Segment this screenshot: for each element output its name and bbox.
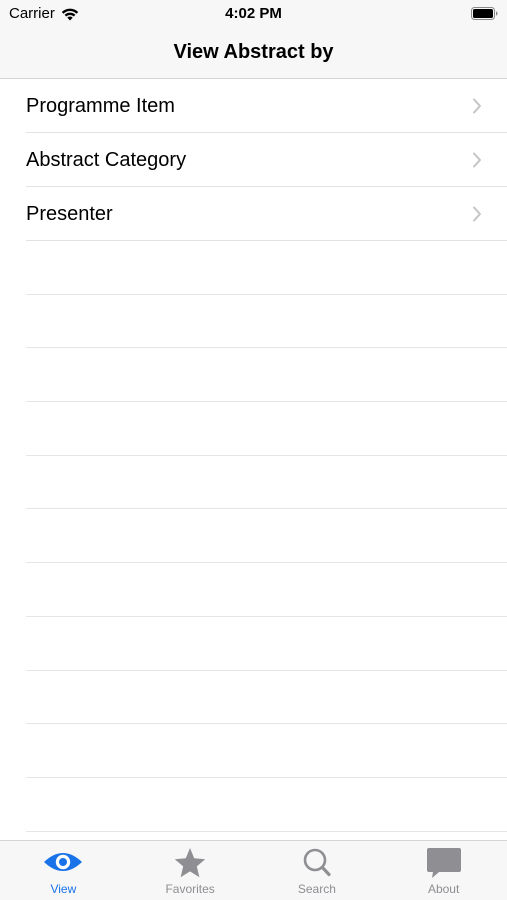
search-icon bbox=[303, 848, 331, 877]
battery-icon bbox=[471, 7, 498, 20]
status-bar: Carrier 4:02 PM bbox=[0, 0, 507, 28]
list-item-programme-item[interactable]: Programme Item bbox=[0, 79, 507, 133]
empty-row bbox=[0, 563, 507, 617]
star-icon bbox=[174, 848, 206, 878]
list-item-presenter[interactable]: Presenter bbox=[0, 187, 507, 241]
eye-icon bbox=[44, 853, 83, 871]
empty-row bbox=[0, 671, 507, 725]
tab-about[interactable]: About bbox=[380, 841, 507, 900]
speech-bubble-icon bbox=[426, 848, 461, 878]
list-item-abstract-category[interactable]: Abstract Category bbox=[0, 133, 507, 187]
navigation-bar: View Abstract by bbox=[0, 28, 507, 79]
chevron-right-icon bbox=[473, 206, 481, 222]
empty-row bbox=[0, 456, 507, 510]
list-item-label: Programme Item bbox=[26, 94, 175, 117]
tab-search[interactable]: Search bbox=[254, 841, 381, 900]
empty-row bbox=[0, 241, 507, 295]
chevron-right-icon bbox=[473, 152, 481, 168]
tab-bar: View Favorites Search About bbox=[0, 840, 507, 900]
list-item-label: Presenter bbox=[26, 202, 113, 225]
tab-label: View bbox=[50, 882, 77, 896]
empty-row bbox=[0, 402, 507, 456]
empty-row bbox=[0, 778, 507, 832]
empty-row bbox=[0, 348, 507, 402]
empty-row bbox=[0, 724, 507, 778]
tab-label: Search bbox=[297, 882, 336, 896]
screen: Carrier 4:02 PM View Abstract by Program… bbox=[0, 0, 507, 900]
chevron-right-icon bbox=[473, 98, 481, 114]
status-time: 4:02 PM bbox=[225, 5, 282, 22]
page-title: View Abstract by bbox=[173, 41, 334, 63]
tab-favorites[interactable]: Favorites bbox=[127, 841, 254, 900]
tab-label: About bbox=[427, 882, 460, 896]
empty-row bbox=[0, 509, 507, 563]
list-item-label: Abstract Category bbox=[26, 148, 187, 171]
tab-label: Favorites bbox=[165, 882, 215, 896]
empty-row bbox=[0, 617, 507, 671]
tab-view[interactable]: View bbox=[0, 841, 127, 900]
empty-row bbox=[0, 295, 507, 349]
abstract-filter-list: Programme Item Abstract Category Present… bbox=[0, 79, 507, 840]
